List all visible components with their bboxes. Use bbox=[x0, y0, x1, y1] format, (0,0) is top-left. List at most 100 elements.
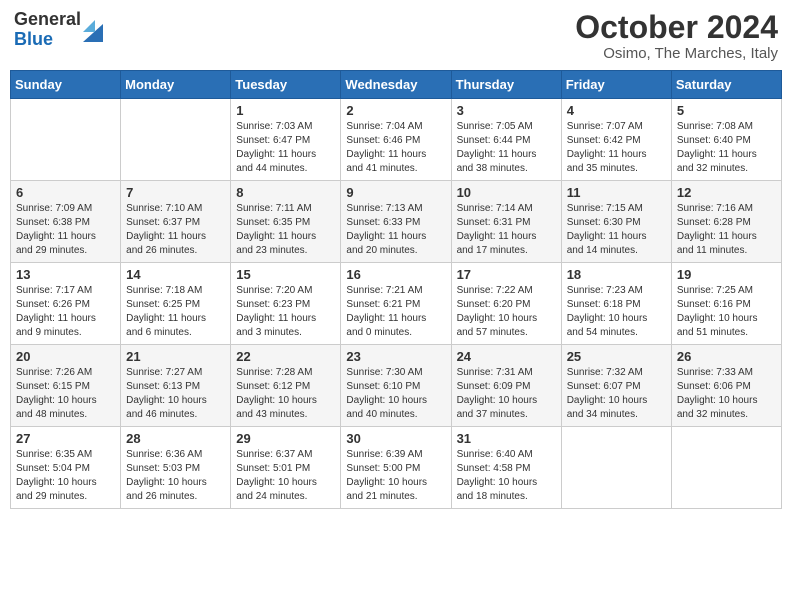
calendar-table: SundayMondayTuesdayWednesdayThursdayFrid… bbox=[10, 70, 782, 509]
day-number: 28 bbox=[126, 431, 225, 446]
header-monday: Monday bbox=[121, 71, 231, 99]
cell-content: Sunrise: 7:05 AM Sunset: 6:44 PM Dayligh… bbox=[457, 120, 556, 176]
calendar-cell: 5Sunrise: 7:08 AM Sunset: 6:40 PM Daylig… bbox=[671, 99, 781, 181]
day-number: 13 bbox=[16, 267, 115, 282]
day-number: 14 bbox=[126, 267, 225, 282]
calendar-cell: 7 Sunrise: 7:10 AM Sunset: 6:37 PM Daylig… bbox=[121, 181, 231, 263]
day-number: 17 bbox=[457, 267, 556, 282]
cell-content: Sunrise: 7:23 AM Sunset: 6:18 PM Dayligh… bbox=[567, 284, 666, 340]
day-number: 1 bbox=[236, 103, 335, 118]
calendar-cell: 14Sunrise: 7:18 AM Sunset: 6:25 PM Dayli… bbox=[121, 263, 231, 345]
week-row-5: 27 Sunrise: 6:35 AM Sunset: 5:04 PM Dayli… bbox=[11, 427, 782, 509]
cell-content: Sunrise: 7:31 AM Sunset: 6:09 PM Dayligh… bbox=[457, 366, 556, 422]
calendar-cell: 23Sunrise: 7:30 AM Sunset: 6:10 PM Dayli… bbox=[341, 345, 451, 427]
calendar-cell: 18 Sunrise: 7:23 AM Sunset: 6:18 PM Dayli… bbox=[561, 263, 671, 345]
day-number: 19 bbox=[677, 267, 776, 282]
calendar-cell: 28Sunrise: 6:36 AM Sunset: 5:03 PM Dayli… bbox=[121, 427, 231, 509]
cell-content: Sunrise: 7:28 AM Sunset: 6:12 PM Dayligh… bbox=[236, 366, 335, 422]
cell-content: Sunrise: 7:10 AM Sunset: 6:37 PM Dayligh… bbox=[126, 202, 225, 258]
cell-content: Sunrise: 7:04 AM Sunset: 6:46 PM Dayligh… bbox=[346, 120, 445, 176]
cell-content: Sunrise: 7:22 AM Sunset: 6:20 PM Dayligh… bbox=[457, 284, 556, 340]
week-row-4: 20 Sunrise: 7:26 AM Sunset: 6:15 PM Dayli… bbox=[11, 345, 782, 427]
day-number: 12 bbox=[677, 185, 776, 200]
cell-content: Sunrise: 6:40 AM Sunset: 4:58 PM Dayligh… bbox=[457, 448, 556, 504]
day-number: 8 bbox=[236, 185, 335, 200]
day-number: 18 bbox=[567, 267, 666, 282]
cell-content: Sunrise: 7:07 AM Sunset: 6:42 PM Dayligh… bbox=[567, 120, 666, 176]
day-number: 22 bbox=[236, 349, 335, 364]
calendar-cell: 27 Sunrise: 6:35 AM Sunset: 5:04 PM Dayli… bbox=[11, 427, 121, 509]
calendar-header-row: SundayMondayTuesdayWednesdayThursdayFrid… bbox=[11, 71, 782, 99]
logo-line1: General bbox=[14, 10, 81, 30]
cell-content: Sunrise: 7:09 AM Sunset: 6:38 PM Dayligh… bbox=[16, 202, 115, 258]
day-number: 20 bbox=[16, 349, 115, 364]
calendar-cell bbox=[121, 99, 231, 181]
cell-content: Sunrise: 7:21 AM Sunset: 6:21 PM Dayligh… bbox=[346, 284, 445, 340]
day-number: 2 bbox=[346, 103, 445, 118]
calendar-cell bbox=[671, 427, 781, 509]
day-number: 7 bbox=[126, 185, 225, 200]
day-number: 25 bbox=[567, 349, 666, 364]
calendar-cell: 3 Sunrise: 7:05 AM Sunset: 6:44 PM Daylig… bbox=[451, 99, 561, 181]
logo: General Blue bbox=[14, 10, 103, 50]
calendar-cell: 26Sunrise: 7:33 AM Sunset: 6:06 PM Dayli… bbox=[671, 345, 781, 427]
calendar-cell: 1 Sunrise: 7:03 AM Sunset: 6:47 PM Daylig… bbox=[231, 99, 341, 181]
calendar-cell: 10Sunrise: 7:14 AM Sunset: 6:31 PM Dayli… bbox=[451, 181, 561, 263]
calendar-cell: 2 Sunrise: 7:04 AM Sunset: 6:46 PM Daylig… bbox=[341, 99, 451, 181]
cell-content: Sunrise: 7:13 AM Sunset: 6:33 PM Dayligh… bbox=[346, 202, 445, 258]
calendar-cell: 31Sunrise: 6:40 AM Sunset: 4:58 PM Dayli… bbox=[451, 427, 561, 509]
calendar-cell: 13 Sunrise: 7:17 AM Sunset: 6:26 PM Dayli… bbox=[11, 263, 121, 345]
calendar-cell: 6 Sunrise: 7:09 AM Sunset: 6:38 PM Daylig… bbox=[11, 181, 121, 263]
day-number: 21 bbox=[126, 349, 225, 364]
day-number: 3 bbox=[457, 103, 556, 118]
cell-content: Sunrise: 7:03 AM Sunset: 6:47 PM Dayligh… bbox=[236, 120, 335, 176]
calendar-cell: 8 Sunrise: 7:11 AM Sunset: 6:35 PM Daylig… bbox=[231, 181, 341, 263]
logo-icon bbox=[83, 14, 103, 42]
day-number: 15 bbox=[236, 267, 335, 282]
logo-line2: Blue bbox=[14, 30, 81, 50]
page-header: General Blue October 2024 Osimo, The Mar… bbox=[10, 10, 782, 62]
calendar-cell: 11 Sunrise: 7:15 AM Sunset: 6:30 PM Dayli… bbox=[561, 181, 671, 263]
location: Osimo, The Marches, Italy bbox=[575, 45, 778, 62]
calendar-cell: 30 Sunrise: 6:39 AM Sunset: 5:00 PM Dayli… bbox=[341, 427, 451, 509]
month-title: October 2024 bbox=[575, 10, 778, 45]
week-row-1: 1 Sunrise: 7:03 AM Sunset: 6:47 PM Daylig… bbox=[11, 99, 782, 181]
calendar-cell: 22 Sunrise: 7:28 AM Sunset: 6:12 PM Dayli… bbox=[231, 345, 341, 427]
calendar-cell: 20 Sunrise: 7:26 AM Sunset: 6:15 PM Dayli… bbox=[11, 345, 121, 427]
cell-content: Sunrise: 7:26 AM Sunset: 6:15 PM Dayligh… bbox=[16, 366, 115, 422]
calendar-cell: 29 Sunrise: 6:37 AM Sunset: 5:01 PM Dayli… bbox=[231, 427, 341, 509]
header-friday: Friday bbox=[561, 71, 671, 99]
header-tuesday: Tuesday bbox=[231, 71, 341, 99]
cell-content: Sunrise: 7:15 AM Sunset: 6:30 PM Dayligh… bbox=[567, 202, 666, 258]
day-number: 4 bbox=[567, 103, 666, 118]
calendar-cell bbox=[561, 427, 671, 509]
cell-content: Sunrise: 6:35 AM Sunset: 5:04 PM Dayligh… bbox=[16, 448, 115, 504]
cell-content: Sunrise: 7:20 AM Sunset: 6:23 PM Dayligh… bbox=[236, 284, 335, 340]
day-number: 6 bbox=[16, 185, 115, 200]
calendar-cell: 16Sunrise: 7:21 AM Sunset: 6:21 PM Dayli… bbox=[341, 263, 451, 345]
calendar-cell: 15 Sunrise: 7:20 AM Sunset: 6:23 PM Dayli… bbox=[231, 263, 341, 345]
header-wednesday: Wednesday bbox=[341, 71, 451, 99]
calendar-cell: 12 Sunrise: 7:16 AM Sunset: 6:28 PM Dayli… bbox=[671, 181, 781, 263]
calendar-cell bbox=[11, 99, 121, 181]
cell-content: Sunrise: 7:27 AM Sunset: 6:13 PM Dayligh… bbox=[126, 366, 225, 422]
cell-content: Sunrise: 7:16 AM Sunset: 6:28 PM Dayligh… bbox=[677, 202, 776, 258]
cell-content: Sunrise: 7:17 AM Sunset: 6:26 PM Dayligh… bbox=[16, 284, 115, 340]
day-number: 30 bbox=[346, 431, 445, 446]
cell-content: Sunrise: 6:39 AM Sunset: 5:00 PM Dayligh… bbox=[346, 448, 445, 504]
cell-content: Sunrise: 6:37 AM Sunset: 5:01 PM Dayligh… bbox=[236, 448, 335, 504]
calendar-cell: 25Sunrise: 7:32 AM Sunset: 6:07 PM Dayli… bbox=[561, 345, 671, 427]
day-number: 9 bbox=[346, 185, 445, 200]
day-number: 24 bbox=[457, 349, 556, 364]
header-saturday: Saturday bbox=[671, 71, 781, 99]
day-number: 29 bbox=[236, 431, 335, 446]
day-number: 5 bbox=[677, 103, 776, 118]
cell-content: Sunrise: 7:11 AM Sunset: 6:35 PM Dayligh… bbox=[236, 202, 335, 258]
day-number: 10 bbox=[457, 185, 556, 200]
day-number: 26 bbox=[677, 349, 776, 364]
day-number: 11 bbox=[567, 185, 666, 200]
day-number: 27 bbox=[16, 431, 115, 446]
week-row-2: 6 Sunrise: 7:09 AM Sunset: 6:38 PM Daylig… bbox=[11, 181, 782, 263]
header-thursday: Thursday bbox=[451, 71, 561, 99]
calendar-cell: 19Sunrise: 7:25 AM Sunset: 6:16 PM Dayli… bbox=[671, 263, 781, 345]
